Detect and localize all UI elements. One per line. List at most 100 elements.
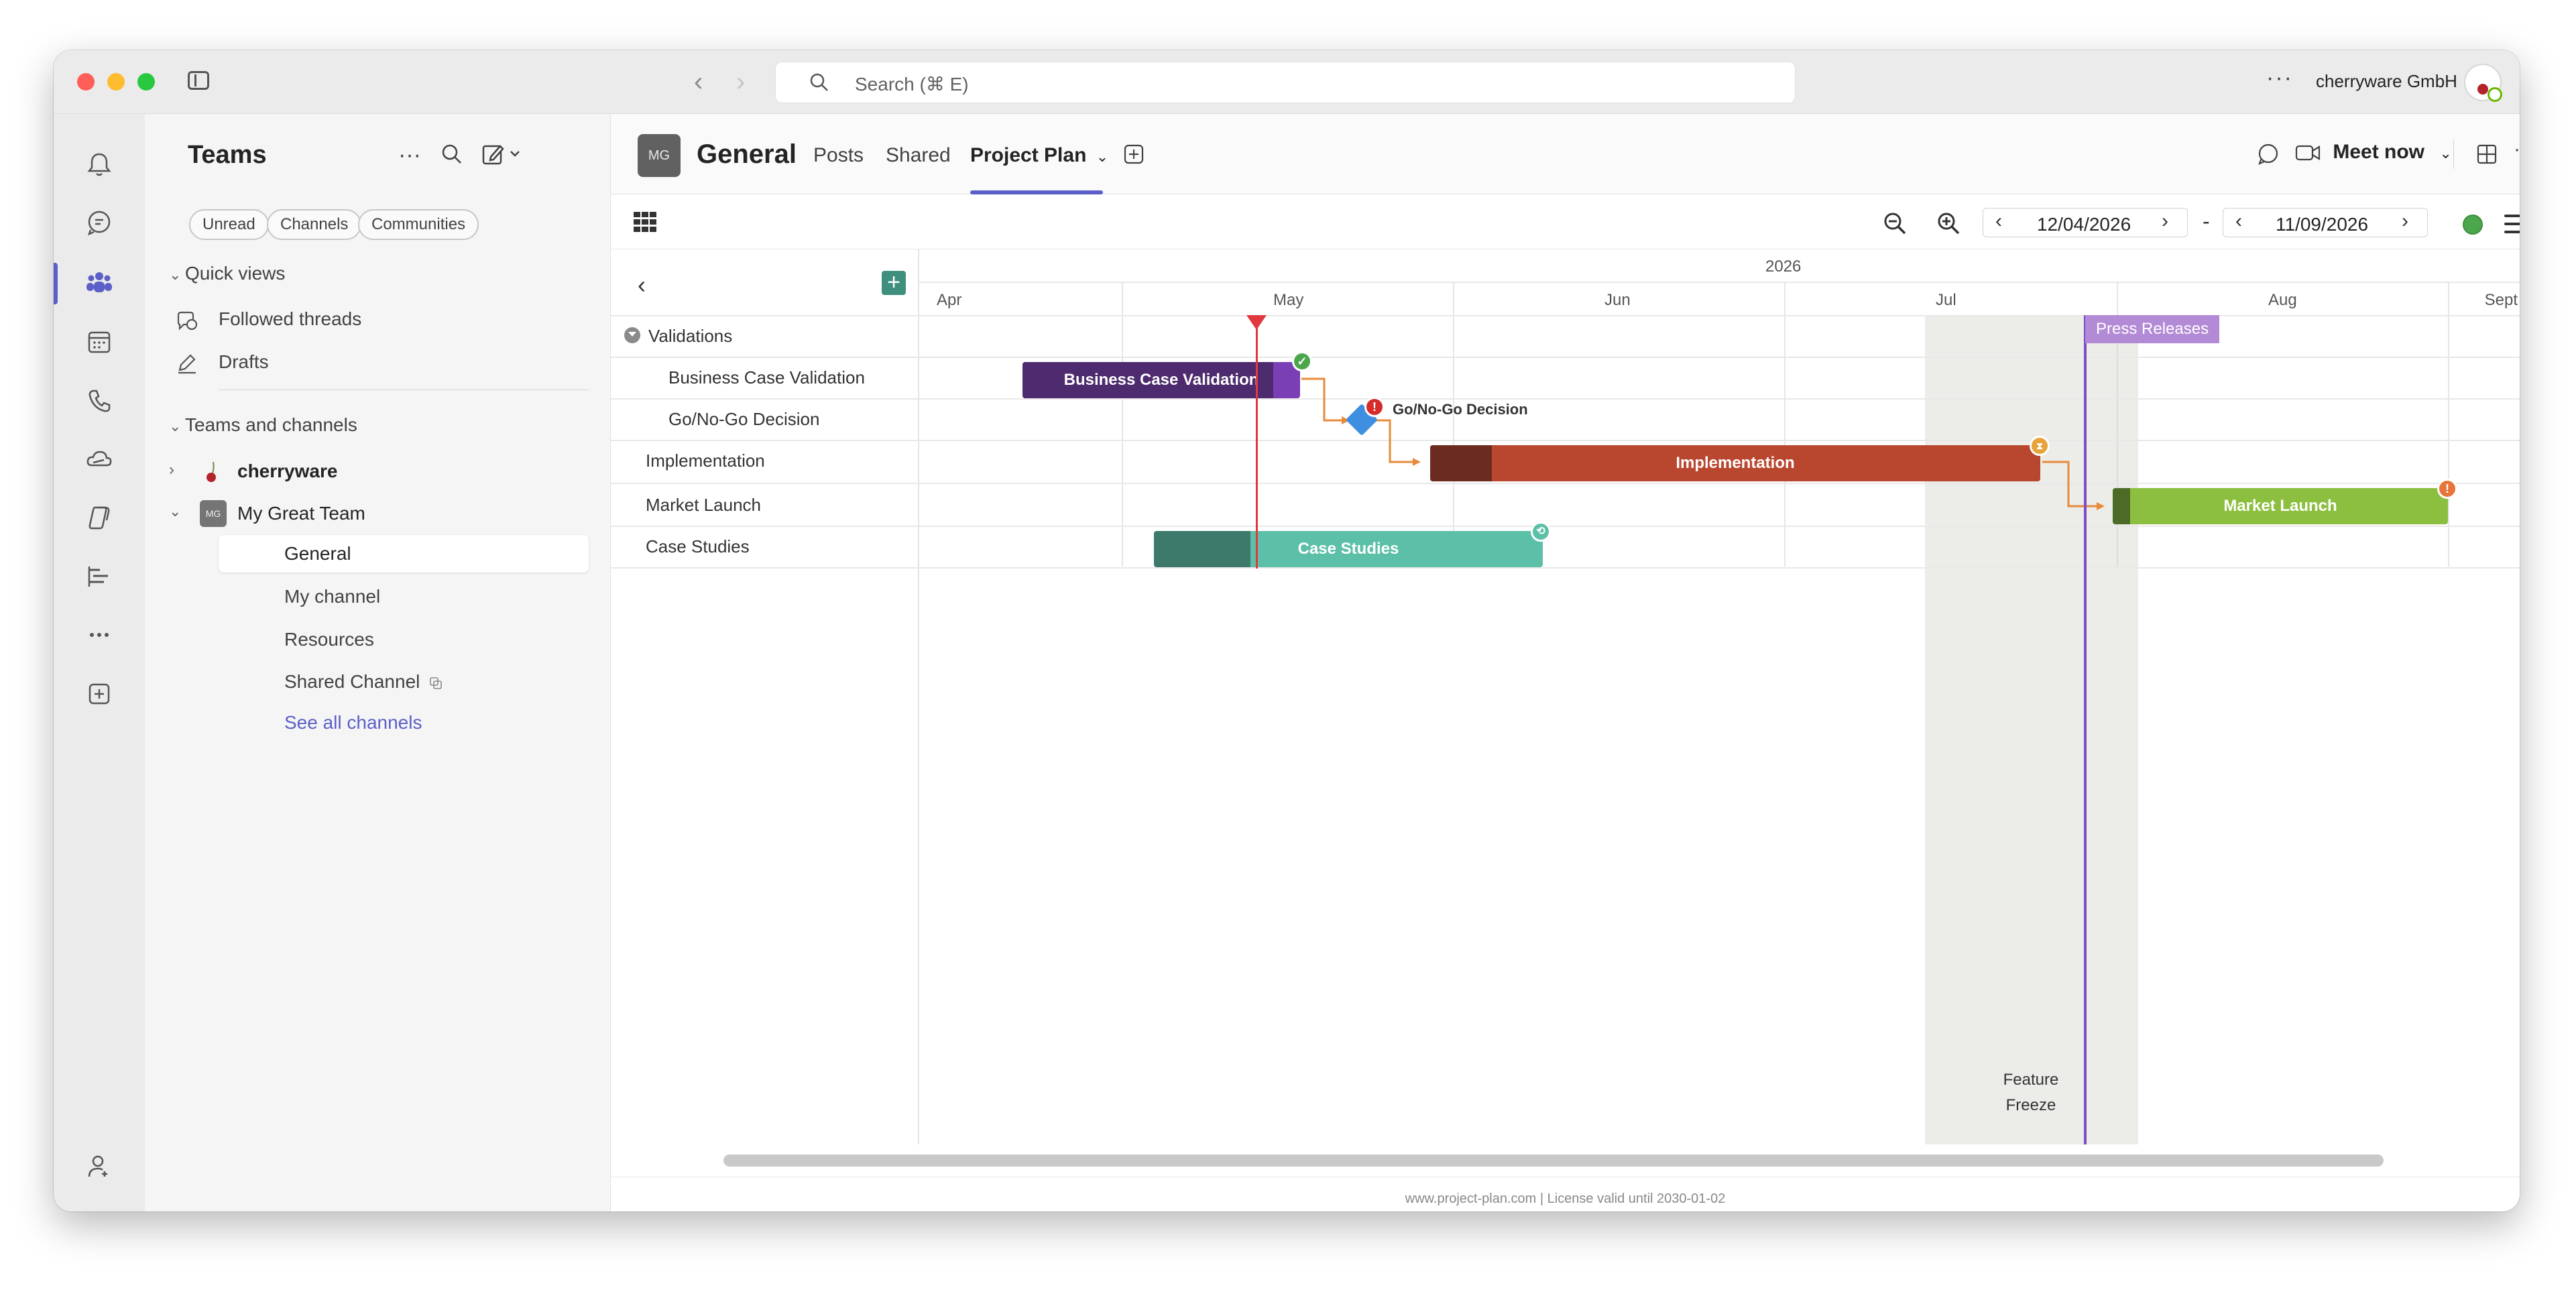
teams-panel: Teams ··· Unread Channels Communities ⌄ Q… xyxy=(145,114,611,1211)
more-options-icon[interactable]: ··· xyxy=(398,142,421,168)
chevron-left-icon[interactable]: ‹ xyxy=(2235,210,2242,233)
bar-market-launch[interactable]: Market Launch xyxy=(2113,488,2448,524)
sidebar-toggle-icon[interactable] xyxy=(188,71,209,90)
selected-channel-highlight xyxy=(219,535,589,573)
presence-available-icon xyxy=(2487,87,2502,102)
teams-and-channels-header[interactable]: ⌄ Teams and channels xyxy=(169,414,357,436)
row-divider xyxy=(611,357,919,358)
chevron-down-icon: ⌄ xyxy=(2439,145,2452,162)
more-apps-icon[interactable] xyxy=(79,615,119,655)
onedrive-cloud-icon[interactable] xyxy=(79,439,119,479)
forward-arrow-icon[interactable]: › xyxy=(736,65,745,99)
active-app-indicator xyxy=(54,263,58,304)
zoom-out-icon[interactable] xyxy=(1882,211,1908,236)
date-range-separator: - xyxy=(2203,209,2210,233)
hamburger-menu-icon[interactable] xyxy=(2504,215,2520,233)
collapse-panel-icon[interactable]: ‹ xyxy=(638,271,646,299)
app-rail xyxy=(54,114,145,1211)
search-icon[interactable] xyxy=(440,142,464,166)
tab-shared[interactable]: Shared xyxy=(886,144,951,167)
task-validations[interactable]: Validations xyxy=(648,326,732,347)
conversation-icon[interactable] xyxy=(2256,142,2280,166)
tab-posts[interactable]: Posts xyxy=(813,144,864,167)
channel-info-icon[interactable] xyxy=(2476,143,2498,165)
add-task-button[interactable]: + xyxy=(882,271,906,295)
chevron-right-icon[interactable]: › xyxy=(2402,210,2408,233)
gantt-chart: ‹ + Validations Business Case Validation… xyxy=(611,249,2520,1211)
more-options-icon[interactable]: ··· xyxy=(2514,138,2520,161)
collapse-group-icon[interactable] xyxy=(624,327,640,343)
channel-general[interactable]: General xyxy=(284,543,351,565)
start-date-picker[interactable]: ‹ 12/04/2026 › xyxy=(1983,208,2188,237)
quick-views-header[interactable]: ⌄ Quick views xyxy=(169,263,285,284)
back-arrow-icon[interactable]: ‹ xyxy=(694,65,703,99)
channel-my-channel[interactable]: My channel xyxy=(284,586,380,607)
planner-icon[interactable] xyxy=(79,556,119,597)
activity-bell-icon[interactable] xyxy=(79,144,119,184)
end-date-picker[interactable]: ‹ 11/09/2026 › xyxy=(2223,208,2428,237)
filter-unread[interactable]: Unread xyxy=(189,209,269,240)
sync-status-indicator[interactable] xyxy=(2463,215,2483,235)
minimize-window-button[interactable] xyxy=(107,73,125,91)
new-post-icon[interactable] xyxy=(481,142,522,166)
followed-threads-item[interactable]: Followed threads xyxy=(177,308,361,331)
row-divider xyxy=(611,315,919,316)
more-options-icon[interactable]: ··· xyxy=(2266,65,2293,91)
row-divider xyxy=(611,567,919,569)
calendar-icon[interactable] xyxy=(79,322,119,362)
row-divider xyxy=(611,483,919,484)
filter-communities[interactable]: Communities xyxy=(358,209,479,240)
channel-avatar: MG xyxy=(638,134,681,177)
help-person-icon[interactable] xyxy=(79,1146,119,1187)
chat-icon[interactable] xyxy=(79,202,119,243)
see-all-channels-link[interactable]: See all channels xyxy=(284,712,422,733)
zoom-window-button[interactable] xyxy=(137,73,155,91)
search-placeholder: Search (⌘ E) xyxy=(855,74,969,95)
alert-icon: ! xyxy=(1364,397,1385,417)
channel-title: General xyxy=(697,139,797,169)
search-input[interactable]: Search (⌘ E) xyxy=(775,62,1796,103)
teams-panel-title: Teams xyxy=(188,141,267,169)
horizontal-scrollbar[interactable] xyxy=(723,1155,2384,1167)
bar-implementation[interactable]: Implementation xyxy=(1430,445,2040,481)
meet-now-button[interactable]: Meet now ⌄ xyxy=(2295,141,2452,164)
timeline-area: 2026 Apr May Jun Jul Aug Sept Business C… xyxy=(919,249,2520,1144)
copilot-icon[interactable] xyxy=(79,497,119,538)
add-tab-icon[interactable] xyxy=(1123,143,1145,165)
teams-window: ‹ › Search (⌘ E) ··· cherryware GmbH Tea… xyxy=(54,50,2520,1211)
gantt-toolbar: ‹ 12/04/2026 › - ‹ 11/09/2026 › xyxy=(611,194,2520,249)
warning-icon: ! xyxy=(2437,479,2457,499)
close-window-button[interactable] xyxy=(77,73,95,91)
add-apps-icon[interactable] xyxy=(79,674,119,714)
tab-project-plan[interactable]: Project Plan ⌄ xyxy=(970,144,1108,167)
drafts-item[interactable]: Drafts xyxy=(178,351,269,374)
chevron-left-icon[interactable]: ‹ xyxy=(1995,210,2002,233)
channel-resources[interactable]: Resources xyxy=(284,629,374,650)
search-icon xyxy=(810,73,828,91)
task-business-case-validation[interactable]: Business Case Validation xyxy=(668,367,865,388)
press-releases-label[interactable]: Press Releases xyxy=(2085,315,2220,343)
task-implementation[interactable]: Implementation xyxy=(646,451,765,471)
channel-shared-channel[interactable]: Shared Channel xyxy=(284,671,443,693)
task-market-launch[interactable]: Market Launch xyxy=(646,495,761,516)
bar-case-studies[interactable]: Case Studies xyxy=(1154,531,1543,567)
followed-threads-icon xyxy=(177,311,198,331)
bar-business-case-validation[interactable]: Business Case Validation xyxy=(1022,362,1300,398)
org-name[interactable]: cherryware GmbH xyxy=(2316,71,2457,92)
profile-avatar[interactable] xyxy=(2464,64,2502,102)
row-divider xyxy=(611,398,919,400)
drafts-pencil-icon xyxy=(178,354,196,374)
grid-view-icon[interactable] xyxy=(634,212,656,232)
task-go-no-go-decision[interactable]: Go/No-Go Decision xyxy=(668,409,819,430)
calls-phone-icon[interactable] xyxy=(79,381,119,421)
filter-channels[interactable]: Channels xyxy=(267,209,362,240)
cherry-logo-icon xyxy=(207,461,216,482)
chevron-right-icon[interactable]: › xyxy=(2162,210,2168,233)
teams-icon[interactable] xyxy=(79,263,119,303)
task-case-studies[interactable]: Case Studies xyxy=(646,536,750,557)
title-bar: ‹ › Search (⌘ E) ··· cherryware GmbH xyxy=(54,50,2520,114)
video-camera-icon xyxy=(2295,145,2321,161)
zoom-in-icon[interactable] xyxy=(1936,211,1961,236)
chevron-down-icon: ⌄ xyxy=(169,266,182,283)
chevron-down-icon: ⌄ xyxy=(1096,148,1109,165)
